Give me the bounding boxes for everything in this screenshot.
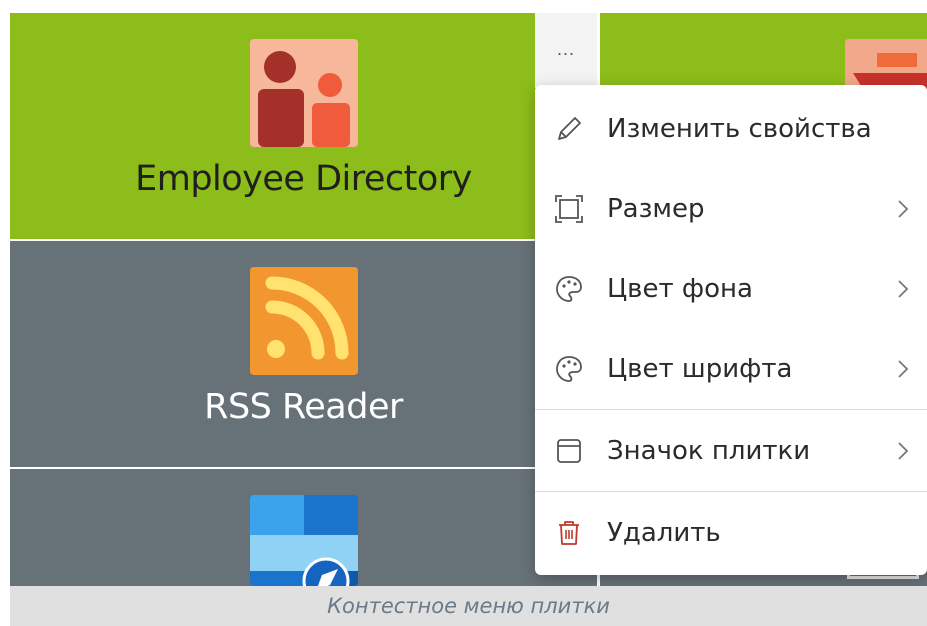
menu-item-size[interactable]: Размер [535, 169, 927, 249]
chevron-right-icon [895, 357, 911, 381]
compass-app-icon [249, 495, 358, 586]
figure-caption: Контестное меню плитки [327, 594, 610, 618]
menu-item-label: Цвет фона [607, 274, 753, 304]
menu-item-edit-properties[interactable]: Изменить свойства [535, 89, 927, 169]
tile-label: Employee Directory [135, 159, 472, 199]
tile-web-app[interactable] [10, 469, 597, 586]
tile-icon [553, 435, 585, 467]
palette-icon [553, 273, 585, 305]
tile-more-button[interactable]: ... [535, 13, 597, 88]
tile-rss-reader[interactable]: RSS Reader [10, 241, 597, 467]
menu-item-font-color[interactable]: Цвет шрифта [535, 329, 927, 409]
menu-item-label: Удалить [607, 518, 721, 548]
menu-item-label: Значок плитки [607, 436, 811, 466]
tile-employee-directory[interactable]: Employee Directory [10, 13, 597, 239]
menu-item-label: Размер [607, 194, 705, 224]
tile-label: RSS Reader [204, 387, 403, 427]
rss-icon [249, 267, 358, 375]
chevron-right-icon [895, 277, 911, 301]
menu-item-label: Цвет шрифта [607, 354, 793, 384]
menu-item-tile-icon[interactable]: Значок плитки [535, 411, 927, 491]
chevron-right-icon [895, 197, 911, 221]
menu-item-label: Изменить свойства [607, 114, 872, 144]
menu-divider [535, 409, 927, 410]
menu-divider [535, 491, 927, 492]
menu-item-background-color[interactable]: Цвет фона [535, 249, 927, 329]
resize-icon [553, 193, 585, 225]
palette-icon [553, 353, 585, 385]
chevron-right-icon [895, 439, 911, 463]
menu-item-delete[interactable]: Удалить [535, 493, 927, 573]
tile-context-menu: Изменить свойства Размер Цвет фона Цвет … [535, 85, 927, 575]
pencil-icon [553, 113, 585, 145]
trash-icon [553, 517, 585, 549]
employee-directory-icon [249, 39, 358, 147]
caption-bar: Контестное меню плитки [10, 586, 927, 626]
